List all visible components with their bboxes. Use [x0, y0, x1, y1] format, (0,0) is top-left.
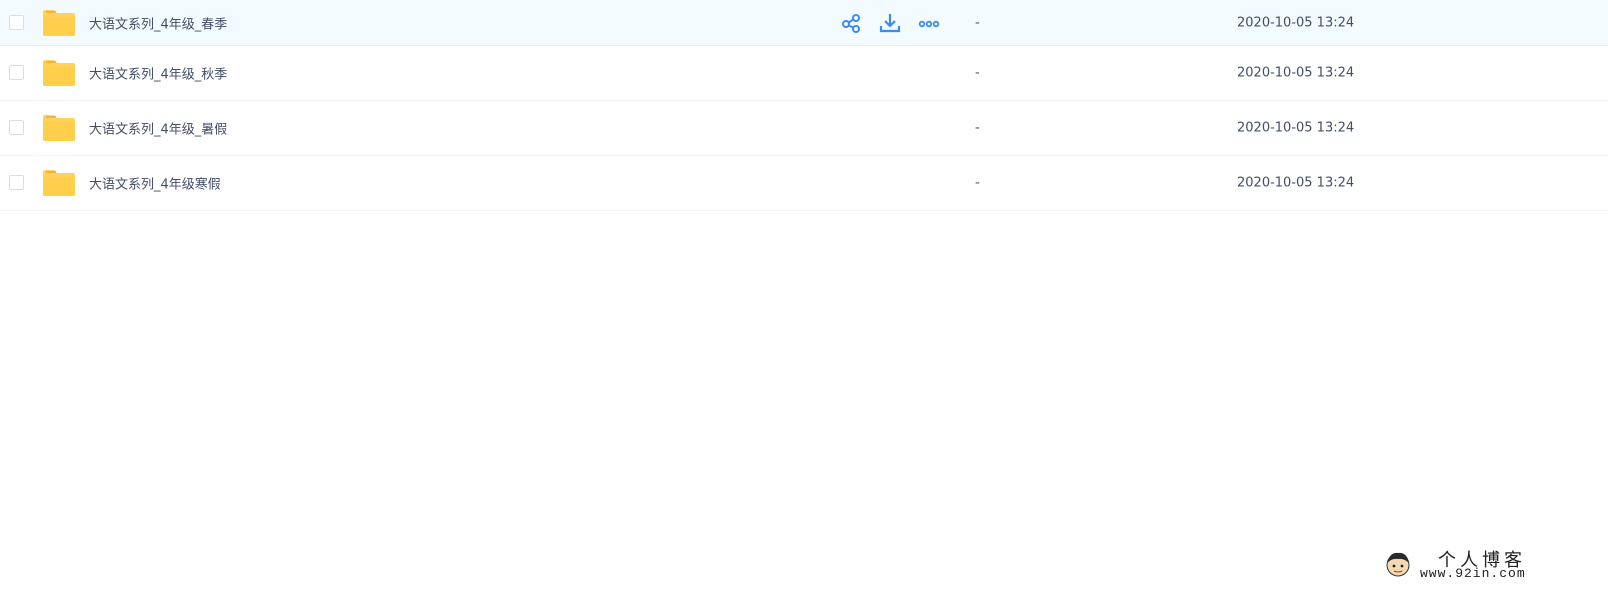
file-name[interactable]: 大语文系列_4年级_暑假	[89, 119, 227, 138]
file-modified-date: 2020-10-05 13:24	[1237, 65, 1355, 81]
file-name[interactable]: 大语文系列_4年级_秋季	[89, 64, 227, 83]
table-row[interactable]: 大语文系列_4年级_暑假 - 2020-10-05 13:24	[0, 101, 1608, 156]
share-button[interactable]	[840, 12, 862, 34]
table-row[interactable]: 大语文系列_4年级寒假 - 2020-10-05 13:24	[0, 156, 1608, 211]
file-name[interactable]: 大语文系列_4年级_春季	[89, 13, 227, 32]
more-button[interactable]	[918, 12, 940, 34]
row-checkbox[interactable]	[9, 175, 24, 190]
download-button[interactable]	[879, 12, 901, 34]
file-modified-date: 2020-10-05 13:24	[1237, 175, 1355, 191]
file-size: -	[975, 15, 980, 30]
folder-icon	[43, 115, 75, 141]
watermark-url: www.92in.com	[1420, 566, 1526, 581]
file-size: -	[975, 65, 980, 81]
folder-icon	[43, 9, 75, 36]
file-list: 大语文系列_4年级_春季 - 2020-10-05 13:24 大语文系列_4年…	[0, 0, 1608, 211]
row-checkbox[interactable]	[9, 65, 24, 80]
share-icon	[842, 13, 860, 33]
download-icon	[879, 13, 901, 32]
row-checkbox[interactable]	[9, 120, 24, 135]
file-size: -	[975, 175, 980, 191]
blog-watermark: 个人博客 www.92in.com	[1384, 548, 1584, 596]
avatar-icon	[1386, 552, 1410, 577]
folder-icon	[43, 170, 75, 196]
file-modified-date: 2020-10-05 13:24	[1237, 15, 1355, 30]
file-name[interactable]: 大语文系列_4年级寒假	[89, 174, 221, 193]
file-modified-date: 2020-10-05 13:24	[1237, 120, 1355, 136]
more-icon	[918, 20, 940, 27]
table-row[interactable]: 大语文系列_4年级_秋季 - 2020-10-05 13:24	[0, 46, 1608, 101]
row-checkbox[interactable]	[9, 14, 24, 30]
table-row[interactable]: 大语文系列_4年级_春季 - 2020-10-05 13:24	[0, 0, 1608, 46]
file-size: -	[975, 120, 980, 136]
row-actions	[840, 12, 957, 34]
folder-icon	[43, 60, 75, 86]
